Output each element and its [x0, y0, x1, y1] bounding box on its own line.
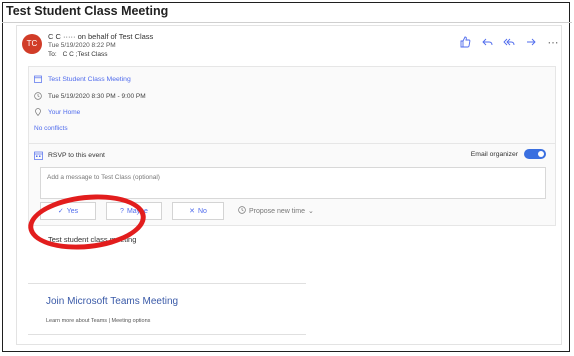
maybe-button[interactable]: ? Maybe — [106, 202, 162, 220]
check-icon: ✓ — [57, 208, 64, 215]
learn-more-link[interactable]: Learn more about Teams — [46, 318, 107, 324]
no-conflicts-link[interactable]: No conflicts — [34, 125, 68, 132]
body-text: Test student class meeting — [48, 235, 137, 244]
forward-icon[interactable] — [524, 36, 538, 50]
sender-line: C C ····· on behalf of Test Class — [48, 32, 154, 41]
join-teams-link[interactable]: Join Microsoft Teams Meeting — [46, 296, 178, 307]
location-pin-icon — [34, 108, 42, 117]
chevron-down-icon: ⌄ — [308, 208, 314, 215]
email-organizer-label: Email organizer — [470, 150, 518, 158]
to-recipients: C C ;Test Class — [62, 51, 108, 58]
rsvp-calendar-icon — [34, 151, 43, 160]
propose-label: Propose new time — [249, 207, 306, 215]
maybe-label: Maybe — [126, 207, 148, 215]
no-label: No — [197, 207, 207, 215]
rsvp-message-input[interactable]: Add a message to Test Class (optional) — [40, 167, 546, 199]
yes-button[interactable]: ✓ Yes — [40, 202, 96, 220]
propose-new-time-button[interactable]: Propose new time ⌄ — [234, 202, 318, 220]
event-location-row: Your Home — [34, 108, 80, 117]
calendar-icon — [34, 75, 42, 83]
email-organizer-control: Email organizer — [471, 149, 546, 159]
avatar: TC — [22, 34, 42, 54]
event-title-row: Test Student Class Meeting — [34, 75, 131, 83]
thumbs-up-icon[interactable] — [458, 36, 472, 50]
link-separator: | — [108, 318, 111, 324]
teams-divider-top — [28, 283, 306, 284]
event-time-row: Tue 5/19/2020 8:30 PM - 9:00 PM — [34, 92, 146, 100]
to-line: To: C C ;Test Class — [48, 51, 107, 58]
message-toolbar: ⋯ — [458, 36, 560, 50]
yes-label: Yes — [66, 207, 79, 215]
page-title: Test Student Class Meeting — [6, 4, 169, 18]
question-icon: ? — [120, 207, 124, 215]
teams-links: Learn more about Teams | Meeting options — [46, 318, 150, 324]
event-title[interactable]: Test Student Class Meeting — [48, 76, 131, 83]
rsvp-header: RSVP to this event — [34, 151, 105, 160]
reply-all-icon[interactable] — [502, 36, 516, 50]
rsvp-divider — [28, 143, 556, 144]
sent-date: Tue 5/19/2020 8:22 PM — [48, 42, 116, 49]
teams-divider-bottom — [28, 334, 306, 335]
meeting-options-link[interactable]: Meeting options — [112, 318, 151, 324]
clock-icon — [238, 206, 246, 216]
clock-icon — [34, 92, 42, 100]
event-time: Tue 5/19/2020 8:30 PM - 9:00 PM — [48, 92, 146, 100]
no-button[interactable]: ✕ No — [172, 202, 224, 220]
rsvp-message-placeholder: Add a message to Test Class (optional) — [47, 174, 160, 181]
more-icon[interactable]: ⋯ — [546, 36, 560, 50]
title-divider — [2, 22, 572, 23]
rsvp-label: RSVP to this event — [48, 151, 105, 159]
reply-icon[interactable] — [480, 36, 494, 50]
rsvp-buttons: ✓ Yes ? Maybe ✕ No Propose new time ⌄ — [40, 202, 318, 220]
email-organizer-toggle[interactable] — [524, 149, 546, 159]
event-location[interactable]: Your Home — [48, 109, 80, 116]
close-icon: ✕ — [189, 208, 195, 215]
to-label: To: — [48, 51, 57, 58]
